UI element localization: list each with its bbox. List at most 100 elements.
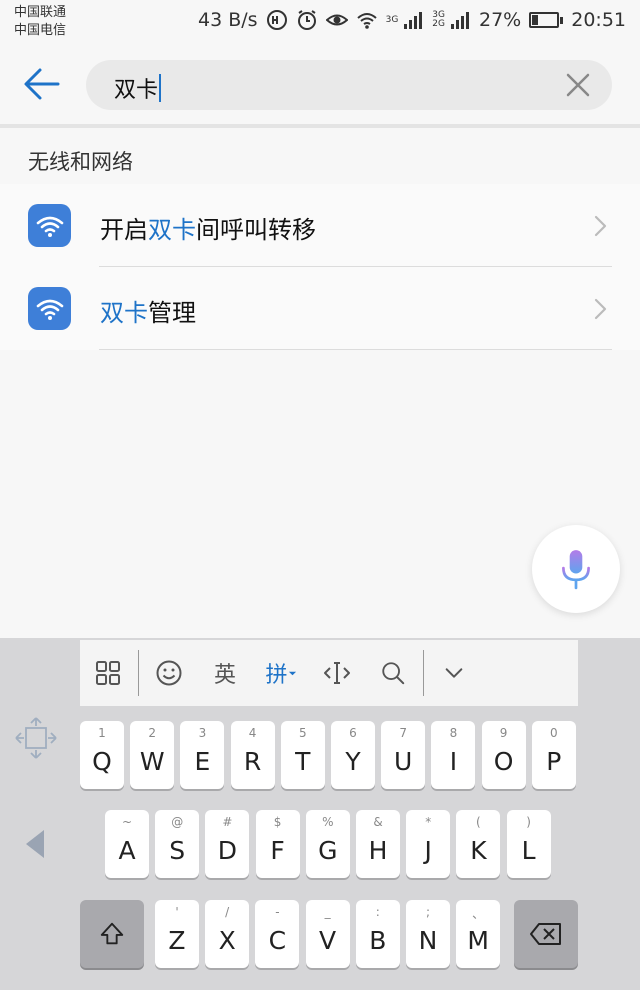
key-label: I (449, 747, 458, 776)
pinyin-label: 拼 (265, 663, 288, 688)
key-label: M (467, 926, 489, 955)
search-input[interactable]: 双卡 (86, 60, 612, 110)
key-q[interactable]: 1Q (80, 721, 124, 789)
toolbar-separator (138, 650, 139, 696)
carrier-info: 中国联通 中国电信 (14, 4, 66, 40)
key-z[interactable]: ' Z (155, 900, 199, 968)
carrier-1: 中国联通 (14, 5, 67, 20)
key-t[interactable]: 5T (280, 721, 325, 789)
network-speed: 43 B/s (198, 9, 258, 31)
key-w[interactable]: 2W (130, 721, 175, 789)
key-label: S (169, 836, 186, 865)
key-label: X (218, 926, 236, 955)
key-r[interactable]: 4R (230, 721, 275, 789)
key-secondary-label: 6 (349, 726, 357, 740)
key-k[interactable]: (K (456, 810, 501, 878)
status-icons: 43 B/s 3G 3G 2G 27% 20:51 (198, 9, 626, 31)
status-bar: 中国联通 中国电信 43 B/s 3G 3G 2G 27% 20:51 (0, 0, 640, 44)
key-o[interactable]: 9O (481, 721, 526, 789)
key-secondary-label: 4 (248, 726, 257, 740)
results-list: 开启双卡间呼叫转移 双卡管理 (0, 184, 640, 350)
key-e[interactable]: 3E (180, 721, 225, 789)
smiley-icon (156, 660, 182, 686)
shift-key[interactable] (80, 900, 144, 968)
key-secondary-label: ( (476, 815, 481, 829)
key-i[interactable]: 8I (431, 721, 476, 789)
text-caret (159, 74, 162, 102)
voice-search-button[interactable] (532, 525, 620, 613)
key-label: N (418, 926, 438, 955)
key-secondary-label: # (222, 815, 233, 829)
key-u[interactable]: 7U (381, 721, 426, 789)
key-b[interactable]: :B (355, 900, 400, 968)
collapse-keyboard-left-button[interactable] (22, 826, 50, 862)
key-label: G (318, 836, 338, 865)
key-x[interactable]: / X (205, 900, 250, 968)
triangle-left-icon (26, 830, 44, 858)
signal-sim2-icon (449, 9, 471, 31)
search-query[interactable]: 双卡 (114, 72, 162, 104)
key-secondary-label: 1 (98, 726, 106, 740)
clear-search-button[interactable] (564, 71, 592, 99)
key-d[interactable]: # D (205, 810, 250, 878)
key-p[interactable]: 0P (531, 721, 576, 789)
key-c[interactable]: -C (255, 900, 300, 968)
key-secondary-label: % (322, 815, 334, 829)
key-secondary-label: 3 (198, 726, 207, 740)
text-cursor-icon (324, 662, 350, 684)
english-mode-button[interactable]: 英 (197, 640, 253, 706)
clock: 20:51 (571, 9, 626, 31)
list-item[interactable]: 双卡管理 (0, 267, 640, 350)
key-m[interactable]: 、 M (456, 900, 501, 968)
key-j[interactable]: * J (406, 810, 451, 878)
key-secondary-label: 7 (399, 726, 407, 740)
search-header: 双卡 (0, 44, 640, 128)
grid-menu-button[interactable] (80, 640, 136, 706)
move-keyboard-button[interactable] (14, 716, 58, 760)
key-label: H (368, 836, 388, 865)
hide-keyboard-button[interactable] (426, 640, 482, 706)
key-secondary-label: * (425, 815, 432, 829)
key-f[interactable]: $ F (255, 810, 300, 878)
keyboard-search-button[interactable] (365, 640, 421, 706)
key-label: T (295, 747, 311, 776)
key-label: L (521, 836, 536, 865)
key-label: B (369, 926, 387, 955)
divider (99, 349, 612, 350)
result-label: 双卡管理 (100, 293, 196, 328)
key-l[interactable]: ) L (506, 810, 551, 878)
key-secondary-label: ' (175, 905, 179, 919)
key-v[interactable]: _ V (305, 900, 350, 968)
key-secondary-label: 5 (298, 726, 307, 740)
back-arrow-icon (24, 68, 60, 100)
result-label-highlight: 双卡 (100, 299, 148, 327)
key-h[interactable]: & H (356, 810, 400, 878)
key-label: D (217, 836, 238, 865)
back-button[interactable] (20, 64, 64, 104)
key-g[interactable]: % G (305, 810, 350, 878)
key-label: U (394, 747, 413, 776)
grid-icon (96, 661, 120, 685)
shift-arrow-icon (100, 922, 124, 945)
key-a[interactable]: ~ A (105, 810, 149, 878)
key-y[interactable]: 6Y (331, 721, 375, 789)
key-secondary-label: ) (526, 815, 531, 829)
battery-icon (529, 12, 564, 28)
dropdown-caret-icon (288, 671, 296, 675)
settings-search-screen: 中国联通 中国电信 43 B/s 3 G 3G 2G 27% 20:51 双卡 无… (0, 0, 640, 990)
pinyin-mode-button[interactable]: 拼 (253, 640, 309, 706)
cursor-edit-button[interactable] (309, 640, 365, 706)
key-s[interactable]: @ S (155, 810, 200, 878)
sim2-network-type: 3G 2G (432, 11, 445, 29)
key-n[interactable]: ; N (406, 900, 450, 968)
result-label-pre: 开启 (100, 216, 148, 244)
list-item[interactable]: 开启双卡间呼叫转移 (0, 184, 640, 267)
key-label: W (139, 747, 165, 776)
section-title: 无线和网络 (28, 150, 133, 174)
search-icon (382, 662, 405, 685)
key-secondary-label: @ (171, 815, 184, 829)
backspace-key[interactable] (514, 900, 578, 968)
result-label-post: 间呼叫转移 (196, 216, 316, 244)
result-label: 开启双卡间呼叫转移 (100, 210, 316, 245)
emoji-button[interactable] (141, 640, 197, 706)
